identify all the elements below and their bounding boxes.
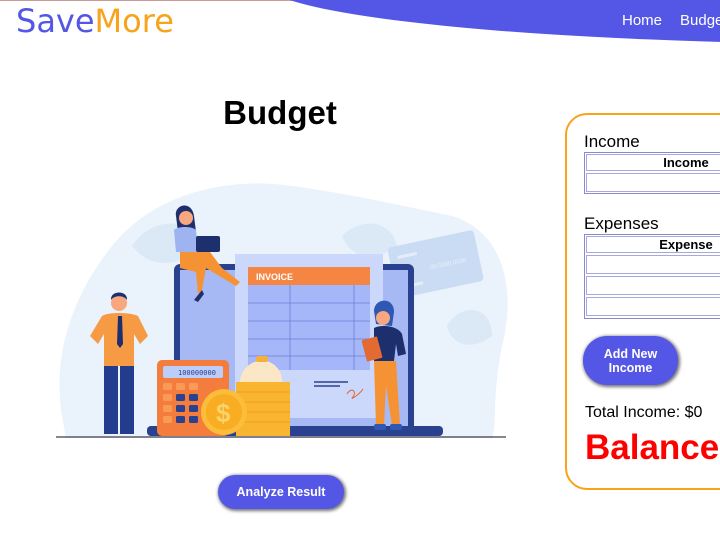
logo-more: More: [94, 2, 174, 40]
budget-illustration: 00 0000 0000 INVOICE 100000000 $: [56, 183, 508, 438]
income-table: Income: [584, 152, 720, 194]
expense-column-header: Expense: [586, 236, 720, 253]
expense-row[interactable]: [586, 255, 720, 274]
expense-row[interactable]: [586, 276, 720, 295]
dollar-sign: $: [216, 398, 231, 428]
logo[interactable]: SaveMore: [16, 2, 174, 40]
invoice-label: INVOICE: [256, 272, 293, 282]
add-new-income-button[interactable]: Add New Income: [583, 336, 678, 385]
income-column-header: Income: [586, 154, 720, 171]
page-title: Budget: [223, 94, 337, 131]
total-income: Total Income: $0: [585, 404, 703, 421]
analyze-result-button[interactable]: Analyze Result: [218, 475, 344, 509]
expense-row[interactable]: [586, 297, 720, 316]
main-nav: Home Budget: [622, 12, 720, 29]
calculator-display: 100000000: [178, 369, 216, 377]
nav-budget[interactable]: Budget: [680, 12, 720, 29]
nav-home[interactable]: Home: [622, 12, 662, 29]
balance-label: Balance: [585, 428, 720, 467]
expenses-section-title: Expenses: [584, 214, 659, 233]
logo-save: Save: [16, 2, 95, 40]
expenses-table: Expense: [584, 234, 720, 319]
income-row[interactable]: [586, 173, 720, 192]
income-section-title: Income: [584, 132, 640, 151]
